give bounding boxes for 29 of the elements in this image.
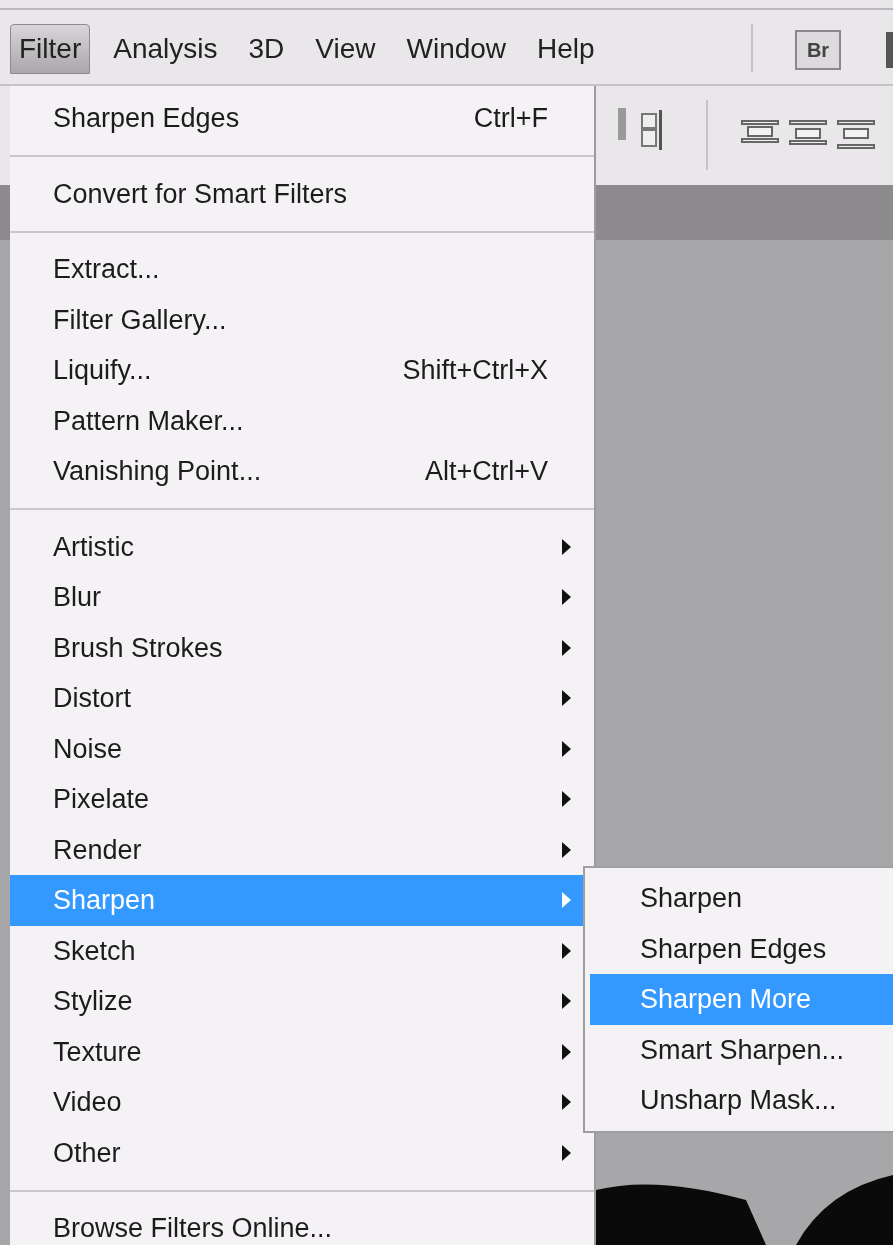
menu-item[interactable]: Vanishing Point... Alt+Ctrl+V (10, 446, 594, 497)
menu-bar-item[interactable]: 3D (240, 24, 293, 74)
menu-item[interactable]: Pixelate (10, 774, 594, 825)
shortcut-label: Ctrl+F (473, 102, 548, 135)
menu-item[interactable]: Pattern Maker... (10, 395, 594, 446)
menu-item[interactable]: Convert for Smart Filters (10, 168, 594, 219)
menu-bar-item[interactable]: View (307, 24, 384, 74)
menu-bar-item[interactable]: Help (529, 24, 603, 74)
submenu-item[interactable]: Smart Sharpen... (590, 1024, 893, 1076)
menu-item[interactable]: Render (10, 824, 594, 875)
bridge-button[interactable]: Br (795, 30, 841, 70)
shortcut-label: Shift+Ctrl+X (402, 354, 548, 387)
menu-item[interactable]: Filter Gallery... (10, 294, 594, 345)
menu-bar-item[interactable]: Analysis (105, 24, 226, 74)
menu-item[interactable]: Blur (10, 572, 594, 623)
menu-item[interactable]: Other (10, 1127, 594, 1178)
menu-item[interactable]: Noise (10, 723, 594, 774)
menu-item[interactable]: Distort (10, 673, 594, 724)
menu-item[interactable]: Artistic (10, 521, 594, 572)
menu-item[interactable]: Brush Strokes (10, 622, 594, 673)
menu-bar-item[interactable]: Window (398, 24, 515, 74)
shortcut-label: Alt+Ctrl+V (424, 455, 548, 488)
menu-item[interactable]: Liquify... Shift+Ctrl+X (10, 345, 594, 396)
submenu-item[interactable]: Sharpen Edges (590, 923, 893, 975)
menu-item[interactable]: Sharpen Edges Ctrl+F (10, 93, 594, 144)
menu-item[interactable]: Browse Filters Online... (10, 1203, 594, 1245)
menu-item[interactable]: Extract... (10, 244, 594, 295)
menu-bar-item[interactable]: Filter (10, 24, 91, 74)
submenu-item[interactable]: Unsharp Mask... (590, 1075, 893, 1126)
